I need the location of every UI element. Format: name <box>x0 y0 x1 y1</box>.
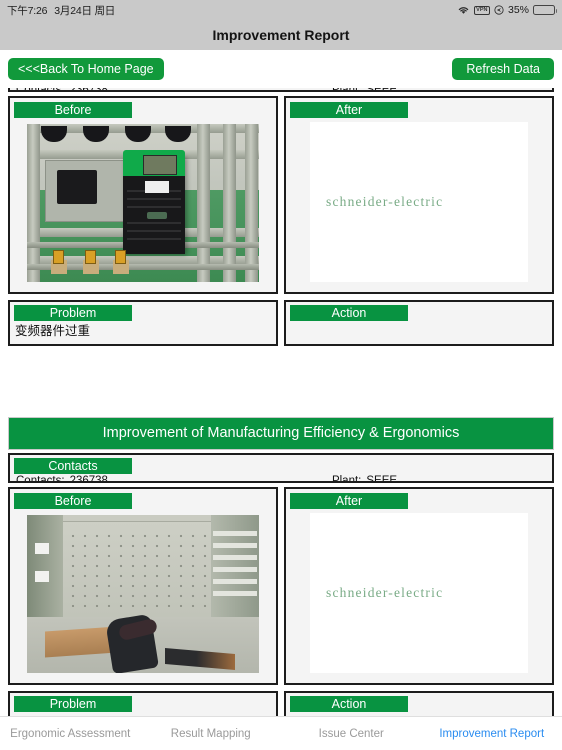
tab-result-mapping[interactable]: Result Mapping <box>141 728 282 740</box>
before-photo-wrap <box>10 509 276 683</box>
after-photo-placeholder[interactable]: schneider-electric <box>310 122 528 282</box>
status-bar-left: 下午7:26 3月24日 周日 <box>7 3 115 18</box>
before-photo[interactable] <box>27 124 259 282</box>
before-photo-wrap <box>10 118 276 292</box>
problem-panel: Problem 变频器件过重 <box>8 300 278 346</box>
card-separator <box>0 346 562 414</box>
before-after-row: Before After schneider-electric <box>8 487 554 685</box>
improvement-card: Improvement of Manufacturing Efficiency … <box>0 417 562 716</box>
problem-text <box>10 712 276 714</box>
status-date: 3月24日 周日 <box>54 4 116 17</box>
contacts-value: 236738 <box>69 475 108 483</box>
problem-tag: Problem <box>14 305 132 321</box>
before-panel: Before <box>8 96 278 294</box>
after-tag: After <box>290 102 408 118</box>
plant-label: Plant: <box>332 88 361 90</box>
action-tag: Action <box>290 696 408 712</box>
before-tag: Before <box>14 102 132 118</box>
problem-action-row: Problem Action <box>8 691 554 716</box>
plant-value: SEEE <box>366 88 397 90</box>
tab-bar: Ergonomic Assessment Result Mapping Issu… <box>0 716 562 750</box>
action-text <box>286 712 552 714</box>
after-panel: After schneider-electric <box>284 487 554 685</box>
plant-label: Plant: <box>331 475 362 483</box>
contacts-tag: Contacts <box>14 458 132 474</box>
contacts-label: Contacts: <box>16 88 65 90</box>
plant-value: SEEE <box>366 475 398 483</box>
problem-tag: Problem <box>14 696 132 712</box>
improvement-card: Contacts Contacts: 236738 Plant: SEEE Be… <box>0 88 562 346</box>
location-icon <box>494 5 504 15</box>
status-bar: 下午7:26 3月24日 周日 VPN 35% <box>0 0 562 20</box>
action-panel: Action <box>284 300 554 346</box>
toolbar: <<<Back To Home Page Refresh Data <box>0 50 562 88</box>
before-photo[interactable] <box>27 515 259 673</box>
card-banner-title: Improvement of Manufacturing Efficiency … <box>8 417 554 450</box>
after-photo-wrap: schneider-electric <box>286 118 552 292</box>
action-tag: Action <box>290 305 408 321</box>
schneider-electric-watermark: schneider-electric <box>326 585 444 600</box>
before-after-row: Before After schneider-electric <box>8 96 554 294</box>
before-tag: Before <box>14 493 132 509</box>
contacts-value: 236738 <box>70 88 108 90</box>
action-text <box>286 321 552 323</box>
problem-text: 变频器件过重 <box>15 324 91 338</box>
after-photo-wrap: schneider-electric <box>286 509 552 683</box>
status-bar-right: VPN 35% <box>457 4 557 16</box>
status-time: 下午7:26 <box>7 4 48 17</box>
tab-ergonomic-assessment[interactable]: Ergonomic Assessment <box>0 728 141 740</box>
refresh-data-button[interactable]: Refresh Data <box>452 58 554 80</box>
contacts-label: Contacts: <box>16 475 65 483</box>
page-title: Improvement Report <box>212 27 350 43</box>
after-tag: After <box>290 493 408 509</box>
tab-improvement-report[interactable]: Improvement Report <box>422 728 562 740</box>
battery-percent: 35% <box>507 4 529 16</box>
contacts-panel: Contacts Contacts: 236738 Plant: SEEE <box>8 88 554 92</box>
after-photo-placeholder[interactable]: schneider-electric <box>310 513 528 673</box>
vpn-icon: VPN <box>473 5 490 15</box>
nav-bar: Improvement Report <box>0 20 562 50</box>
schneider-electric-watermark: schneider-electric <box>326 194 444 209</box>
back-to-home-button[interactable]: <<<Back To Home Page <box>8 58 164 80</box>
after-panel: After schneider-electric <box>284 96 554 294</box>
before-panel: Before <box>8 487 278 685</box>
wifi-icon <box>457 5 470 15</box>
contacts-row: Contacts: 236738 Plant: SEEE <box>10 474 552 483</box>
problem-panel: Problem <box>8 691 278 716</box>
problem-action-row: Problem 变频器件过重 Action <box>8 300 554 346</box>
battery-icon <box>533 5 557 15</box>
action-panel: Action <box>284 691 554 716</box>
report-scroll-area[interactable]: Contacts Contacts: 236738 Plant: SEEE Be… <box>0 88 562 716</box>
contacts-row: Contacts: 236738 Plant: SEEE <box>10 88 552 90</box>
tab-issue-center[interactable]: Issue Center <box>281 728 422 740</box>
contacts-panel: Contacts Contacts: 236738 Plant: SEEE <box>8 453 554 483</box>
